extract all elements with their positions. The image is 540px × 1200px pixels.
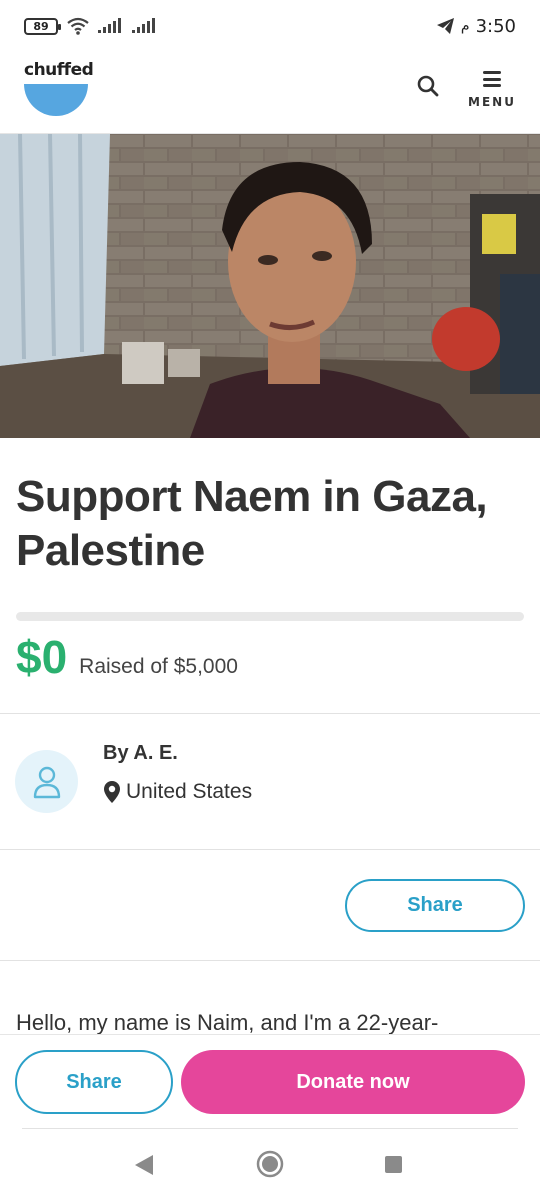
home-icon[interactable] — [256, 1150, 284, 1178]
avatar — [15, 750, 78, 813]
search-icon — [417, 75, 439, 97]
battery-level: 89 — [33, 19, 49, 33]
location-pin-icon — [104, 781, 120, 803]
donate-now-button[interactable]: Donate now — [181, 1050, 525, 1114]
logo-bowl-shape — [24, 84, 88, 116]
wifi-icon — [66, 17, 90, 35]
campaign-title: Support Naem in Gaza, Palestine — [16, 472, 488, 575]
hamburger-icon — [483, 71, 501, 87]
battery-icon: 89 — [24, 17, 61, 35]
raised-amount: $0 — [16, 631, 68, 683]
system-nav-bar — [0, 1130, 540, 1200]
campaign-photo — [0, 134, 540, 438]
logo-text: chuffed — [24, 60, 94, 80]
time-ampm: م — [460, 18, 470, 34]
signal-icon — [98, 18, 124, 34]
organizer-location: United States — [104, 780, 252, 804]
signal-icon — [132, 18, 158, 34]
raised-summary: $0 Raised of $5,000 — [16, 630, 238, 684]
chuffed-logo[interactable]: chuffed — [22, 60, 94, 116]
status-time: 3:50 — [475, 15, 516, 37]
menu-button[interactable]: MENU — [464, 68, 520, 114]
share-button-sticky[interactable]: Share — [15, 1050, 173, 1114]
site-header: chuffed MENU — [0, 52, 540, 134]
location-text: United States — [126, 780, 253, 803]
divider — [0, 960, 540, 961]
raised-goal: Raised of $5,000 — [79, 655, 238, 678]
share-button[interactable]: Share — [345, 879, 525, 932]
campaign-story: Hello, my name is Naim, and I'm a 22-yea… — [16, 1010, 439, 1035]
recents-icon[interactable] — [385, 1156, 402, 1173]
progress-bar — [16, 612, 524, 621]
organizer-name[interactable]: By A. E. — [103, 742, 178, 765]
back-icon[interactable] — [134, 1154, 154, 1176]
sticky-action-bar: Share Donate now — [0, 1034, 540, 1130]
menu-label: MENU — [468, 95, 516, 109]
divider — [0, 849, 540, 850]
status-bar: 89 م 3:50 — [0, 0, 540, 52]
user-icon — [33, 766, 60, 798]
divider — [22, 1128, 518, 1129]
divider — [0, 713, 540, 714]
search-button[interactable] — [412, 70, 444, 102]
telegram-icon — [436, 18, 455, 34]
